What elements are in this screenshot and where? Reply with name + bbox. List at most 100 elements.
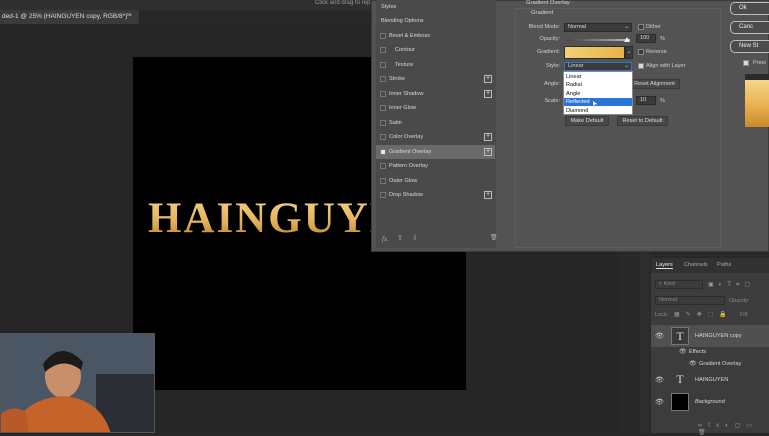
visibility-eye-icon[interactable]: 👁 xyxy=(655,376,664,384)
style-item-texture[interactable]: Texture xyxy=(376,58,495,72)
add-icon[interactable]: + xyxy=(484,75,492,83)
tab-channels[interactable]: Channels xyxy=(684,262,708,268)
ok-button[interactable]: Ok xyxy=(730,2,769,15)
add-icon[interactable]: + xyxy=(484,89,492,98)
style-item-satin[interactable]: Satin xyxy=(376,116,495,130)
style-checkbox[interactable] xyxy=(380,105,386,111)
style-option-radial[interactable]: Radial xyxy=(564,81,632,89)
style-checkbox[interactable] xyxy=(380,134,386,140)
gradient-label: Gradient: xyxy=(536,49,560,55)
opacity-input[interactable]: 100 xyxy=(636,34,656,43)
add-icon[interactable]: + xyxy=(484,133,492,141)
new-style-button[interactable]: New St xyxy=(730,40,769,53)
style-dropdown-menu: Linear Radial Angle Reflected Diamond ➤ xyxy=(563,71,633,115)
reset-to-default-button[interactable]: Reset to Default xyxy=(617,116,668,126)
layer-filter-icons[interactable]: ▣◐T⌗▢ xyxy=(708,281,755,289)
opacity-slider[interactable] xyxy=(566,39,630,41)
layer-row-hainguyen-copy[interactable]: 👁 T HAINGUYEN copy xyxy=(651,325,769,347)
layer-opacity-label: Opacity: xyxy=(729,298,750,304)
style-checkbox[interactable] xyxy=(380,32,386,39)
layer-row-hainguyen[interactable]: 👁 T HAINGUYEN xyxy=(651,369,769,391)
visibility-eye-icon[interactable]: 👁 xyxy=(655,332,664,340)
style-item-pattern-overlay[interactable]: Pattern Overlay xyxy=(376,159,495,173)
visibility-eye-icon[interactable]: 👁 xyxy=(679,348,687,355)
style-item-gradient-overlay[interactable]: Gradient Overlay + xyxy=(376,144,495,159)
layer-name: HAINGUYEN xyxy=(695,377,729,383)
status-hint: Click and drag to rep xyxy=(315,0,371,6)
style-item-blending-options[interactable]: Blending Options xyxy=(376,14,495,28)
gradient-swatch[interactable] xyxy=(564,46,625,59)
layer-row-background[interactable]: 👁 Background xyxy=(651,391,769,413)
style-label: Blending Options xyxy=(381,18,424,24)
style-item-inner-glow[interactable]: Inner Glow xyxy=(376,101,495,115)
gradient-picker-chevron-icon[interactable]: ⌄ xyxy=(625,46,633,59)
dither-checkbox[interactable] xyxy=(638,24,644,30)
style-label: Stroke xyxy=(389,76,406,82)
style-option-angle[interactable]: Angle xyxy=(564,90,632,98)
add-icon[interactable]: + xyxy=(484,147,492,156)
style-item-drop-shadow[interactable]: Drop Shadow + xyxy=(376,188,495,202)
layer-effects-row[interactable]: 👁 Effects xyxy=(651,346,769,358)
presenter-image xyxy=(1,334,154,432)
styles-footer: fx. ⇧ ⇩ 🗑 xyxy=(376,232,498,246)
visibility-eye-icon[interactable]: 👁 xyxy=(655,398,664,406)
add-icon[interactable]: + xyxy=(484,191,492,199)
style-item-bevel-emboss[interactable]: Bevel & Emboss xyxy=(376,29,495,43)
style-checkbox[interactable] xyxy=(380,148,386,155)
layer-kind-filter[interactable]: ⌕ Kind xyxy=(655,280,703,289)
style-option-linear[interactable]: Linear xyxy=(564,73,632,81)
move-down-icon[interactable]: ⇩ xyxy=(412,234,418,242)
layers-footer-icons[interactable]: ∞fx◐▢▭🗑 xyxy=(698,422,769,436)
align-with-layer-label: Align with Layer xyxy=(646,63,686,69)
chevron-down-icon: ⌄ xyxy=(624,63,629,69)
make-default-button[interactable]: Make Default xyxy=(565,116,609,126)
tab-layers[interactable]: Layers xyxy=(656,262,673,269)
style-option-diamond[interactable]: Diamond xyxy=(564,107,632,115)
style-checkbox[interactable] xyxy=(380,61,386,68)
type-layer-thumbnail-icon: T xyxy=(671,327,689,345)
dither-label: Dither xyxy=(646,24,661,30)
style-label: Outer Glow xyxy=(389,177,418,184)
style-checkbox[interactable] xyxy=(380,90,386,97)
reverse-checkbox[interactable] xyxy=(638,49,644,55)
group-title: Gradient xyxy=(531,10,554,16)
style-checkbox[interactable] xyxy=(380,163,386,169)
scale-input[interactable]: 10 xyxy=(636,96,656,105)
reset-alignment-button[interactable]: Reset Alignment xyxy=(629,79,680,89)
blend-mode-select[interactable]: Normal ⌄ xyxy=(564,23,632,32)
style-preview-thumbnail xyxy=(745,74,769,127)
trash-icon[interactable]: 🗑 xyxy=(490,234,498,241)
layer-blend-mode-select[interactable]: Normal xyxy=(655,296,725,305)
style-item-color-overlay[interactable]: Color Overlay + xyxy=(376,130,495,144)
fx-icon[interactable]: fx. xyxy=(382,235,389,243)
close-icon[interactable]: × xyxy=(126,12,130,19)
style-item-stroke[interactable]: Stroke + xyxy=(376,72,495,86)
move-up-icon[interactable]: ⇧ xyxy=(397,234,403,242)
opacity-label: Opacity: xyxy=(539,36,560,42)
style-checkbox[interactable] xyxy=(380,76,386,82)
align-with-layer-checkbox[interactable] xyxy=(638,63,644,69)
style-item-contour[interactable]: Contour xyxy=(376,43,495,57)
style-label: Color Overlay xyxy=(389,134,424,140)
style-checkbox[interactable] xyxy=(380,177,386,184)
opacity-unit: % xyxy=(660,36,665,42)
style-label: Bevel & Emboss xyxy=(389,32,431,39)
style-checkbox[interactable] xyxy=(380,47,386,53)
style-item-outer-glow[interactable]: Outer Glow xyxy=(376,174,495,188)
style-label: Pattern Overlay xyxy=(389,163,428,169)
visibility-eye-icon[interactable]: 👁 xyxy=(689,360,697,367)
style-select[interactable]: Linear ⌄ xyxy=(564,62,632,71)
scale-unit: % xyxy=(660,98,665,104)
cancel-button[interactable]: Canc xyxy=(730,21,769,34)
opacity-slider-handle[interactable] xyxy=(624,37,630,42)
preview-checkbox[interactable] xyxy=(743,60,749,66)
styles-header[interactable]: Styles xyxy=(376,0,495,14)
style-checkbox[interactable] xyxy=(380,192,386,198)
style-item-inner-shadow[interactable]: Inner Shadow + xyxy=(376,87,495,101)
webcam-overlay xyxy=(0,333,155,433)
style-checkbox[interactable] xyxy=(380,119,386,126)
type-layer-thumbnail-icon: T xyxy=(676,372,684,386)
tab-paths[interactable]: Paths xyxy=(717,262,731,268)
style-label: Contour xyxy=(395,47,415,53)
lock-icons[interactable]: ▦✎✥⬚🔒 xyxy=(674,311,733,318)
